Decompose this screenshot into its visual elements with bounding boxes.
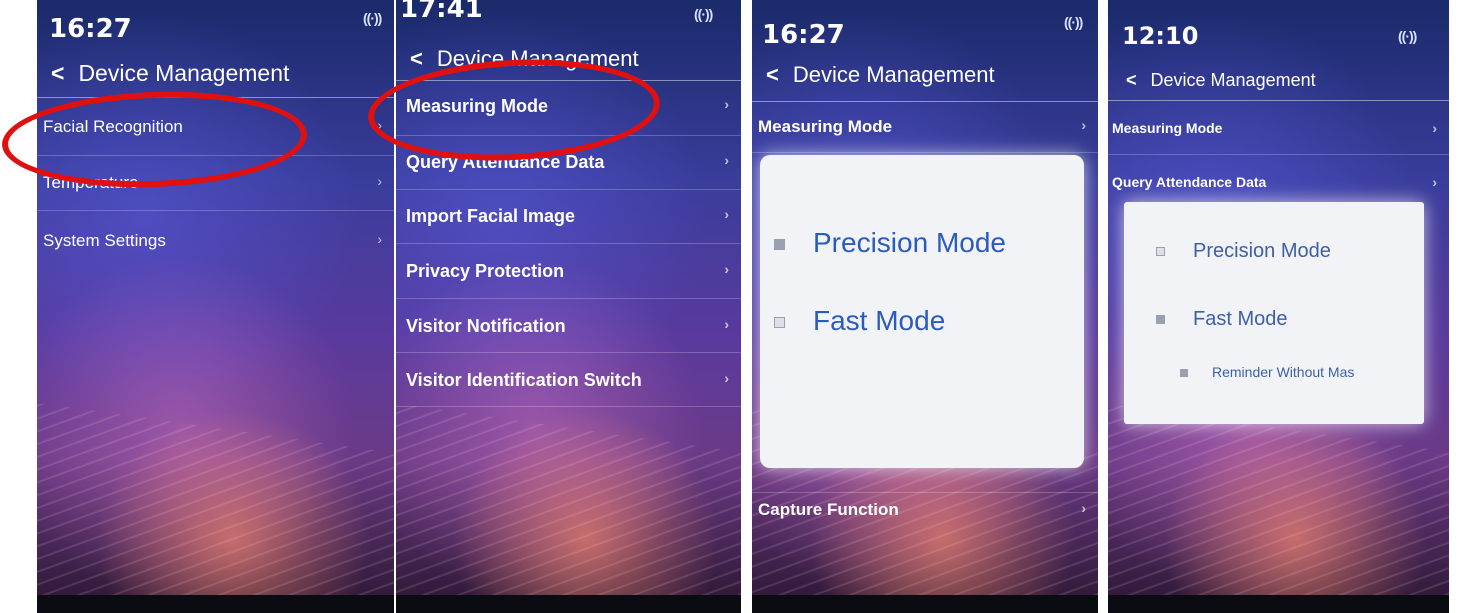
measuring-mode-dialog: Precision Mode Fast Mode Reminder Withou… (1124, 202, 1424, 424)
bottom-bar (1108, 595, 1449, 613)
chevron-right-icon: › (377, 173, 382, 189)
back-icon[interactable]: < (51, 60, 64, 87)
option-label: Precision Mode (1193, 240, 1331, 262)
option-label: Fast Mode (813, 305, 946, 336)
checkbox-unchecked[interactable] (1156, 247, 1165, 257)
page-header[interactable]: < Device Management (51, 60, 289, 87)
menu-item-query-attendance-data[interactable]: Query Attendance Data › (1108, 174, 1449, 190)
menu-item-label: Privacy Protection (406, 261, 565, 281)
status-time: 16:27 (49, 14, 132, 44)
chevron-right-icon: › (724, 370, 729, 386)
chevron-right-icon: › (1432, 174, 1437, 190)
option-label: Reminder Without Mas (1212, 364, 1355, 380)
signal-icon: ((·)) (694, 6, 713, 22)
screen-4: 12:10 ((·)) < Device Management Measuring… (1108, 0, 1449, 613)
item-divider (1108, 154, 1449, 155)
menu-item-measuring-mode[interactable]: Measuring Mode › (752, 117, 1098, 137)
page-title: Device Management (78, 60, 290, 86)
item-divider (396, 189, 741, 190)
menu-item-visitor-notification[interactable]: Visitor Notification › (396, 316, 741, 337)
page-title: Device Management (792, 62, 995, 87)
checkbox-checked[interactable] (1156, 315, 1165, 325)
chevron-right-icon: › (724, 206, 729, 222)
item-divider (396, 298, 741, 299)
signal-icon: ((·)) (1398, 28, 1417, 44)
chevron-right-icon: › (377, 231, 382, 247)
item-divider (396, 352, 741, 353)
menu-item-visitor-identification-switch[interactable]: Visitor Identification Switch › (396, 370, 741, 391)
menu-item-label: Capture Function (758, 500, 899, 519)
menu-item-label: Import Facial Image (406, 206, 576, 226)
item-divider (396, 406, 741, 407)
chevron-right-icon: › (1081, 500, 1086, 516)
menu-item-measuring-mode[interactable]: Measuring Mode › (1108, 120, 1449, 136)
chevron-right-icon: › (724, 96, 729, 112)
menu-item-import-facial-image[interactable]: Import Facial Image › (396, 206, 741, 227)
item-divider (37, 210, 394, 211)
chevron-right-icon: › (724, 152, 729, 168)
item-divider (752, 492, 1098, 493)
menu-item-capture-function[interactable]: Capture Function › (752, 500, 1098, 520)
status-time: 16:27 (762, 20, 845, 50)
option-precision-mode[interactable]: Precision Mode (774, 227, 1006, 259)
option-label: Precision Mode (813, 227, 1006, 258)
checkbox-unchecked[interactable] (774, 317, 785, 329)
chevron-right-icon: › (1081, 117, 1086, 133)
option-label: Fast Mode (1193, 308, 1288, 330)
bottom-bar (396, 595, 741, 613)
chevron-right-icon: › (1432, 120, 1437, 136)
signal-icon: ((·)) (1064, 14, 1083, 30)
menu-item-system-settings[interactable]: System Settings › (37, 231, 394, 251)
signal-icon: ((·)) (363, 10, 382, 26)
status-time: 12:10 (1122, 22, 1199, 50)
menu-item-label: Visitor Identification Switch (406, 370, 642, 390)
option-precision-mode[interactable]: Precision Mode (1156, 240, 1331, 263)
menu-item-privacy-protection[interactable]: Privacy Protection › (396, 261, 741, 282)
screen-1: 16:27 ((·)) < Device Management Facial Re… (37, 0, 394, 613)
menu-item-label: Query Attendance Data (1112, 174, 1267, 190)
back-icon[interactable]: < (410, 46, 423, 72)
bottom-bar (752, 595, 1098, 613)
header-divider (1108, 100, 1449, 101)
chevron-right-icon: › (724, 261, 729, 277)
option-reminder-without-mask[interactable]: Reminder Without Mas (1180, 364, 1354, 380)
chevron-right-icon: › (724, 316, 729, 332)
back-icon[interactable]: < (766, 62, 779, 88)
menu-item-label: Measuring Mode (1112, 120, 1223, 136)
measuring-mode-dialog: Precision Mode Fast Mode (760, 155, 1084, 468)
back-icon[interactable]: < (1126, 70, 1137, 91)
page-header[interactable]: < Device Management (1126, 70, 1316, 91)
bottom-bar (37, 595, 394, 613)
item-divider (396, 243, 741, 244)
screen-3: 16:27 ((·)) < Device Management Measuring… (752, 0, 1098, 613)
menu-item-label: Measuring Mode (758, 117, 893, 136)
status-time: 17:41 (400, 0, 483, 24)
menu-item-label: Visitor Notification (406, 316, 566, 336)
item-divider (752, 152, 1098, 153)
checkbox-checked[interactable] (1180, 369, 1188, 378)
header-divider (752, 101, 1098, 102)
checkbox-checked[interactable] (774, 239, 785, 251)
page-title: Device Management (1150, 70, 1316, 90)
option-fast-mode[interactable]: Fast Mode (1156, 308, 1287, 331)
option-fast-mode[interactable]: Fast Mode (774, 305, 945, 337)
page-header[interactable]: < Device Management (766, 62, 995, 88)
menu-item-label: System Settings (43, 231, 166, 250)
